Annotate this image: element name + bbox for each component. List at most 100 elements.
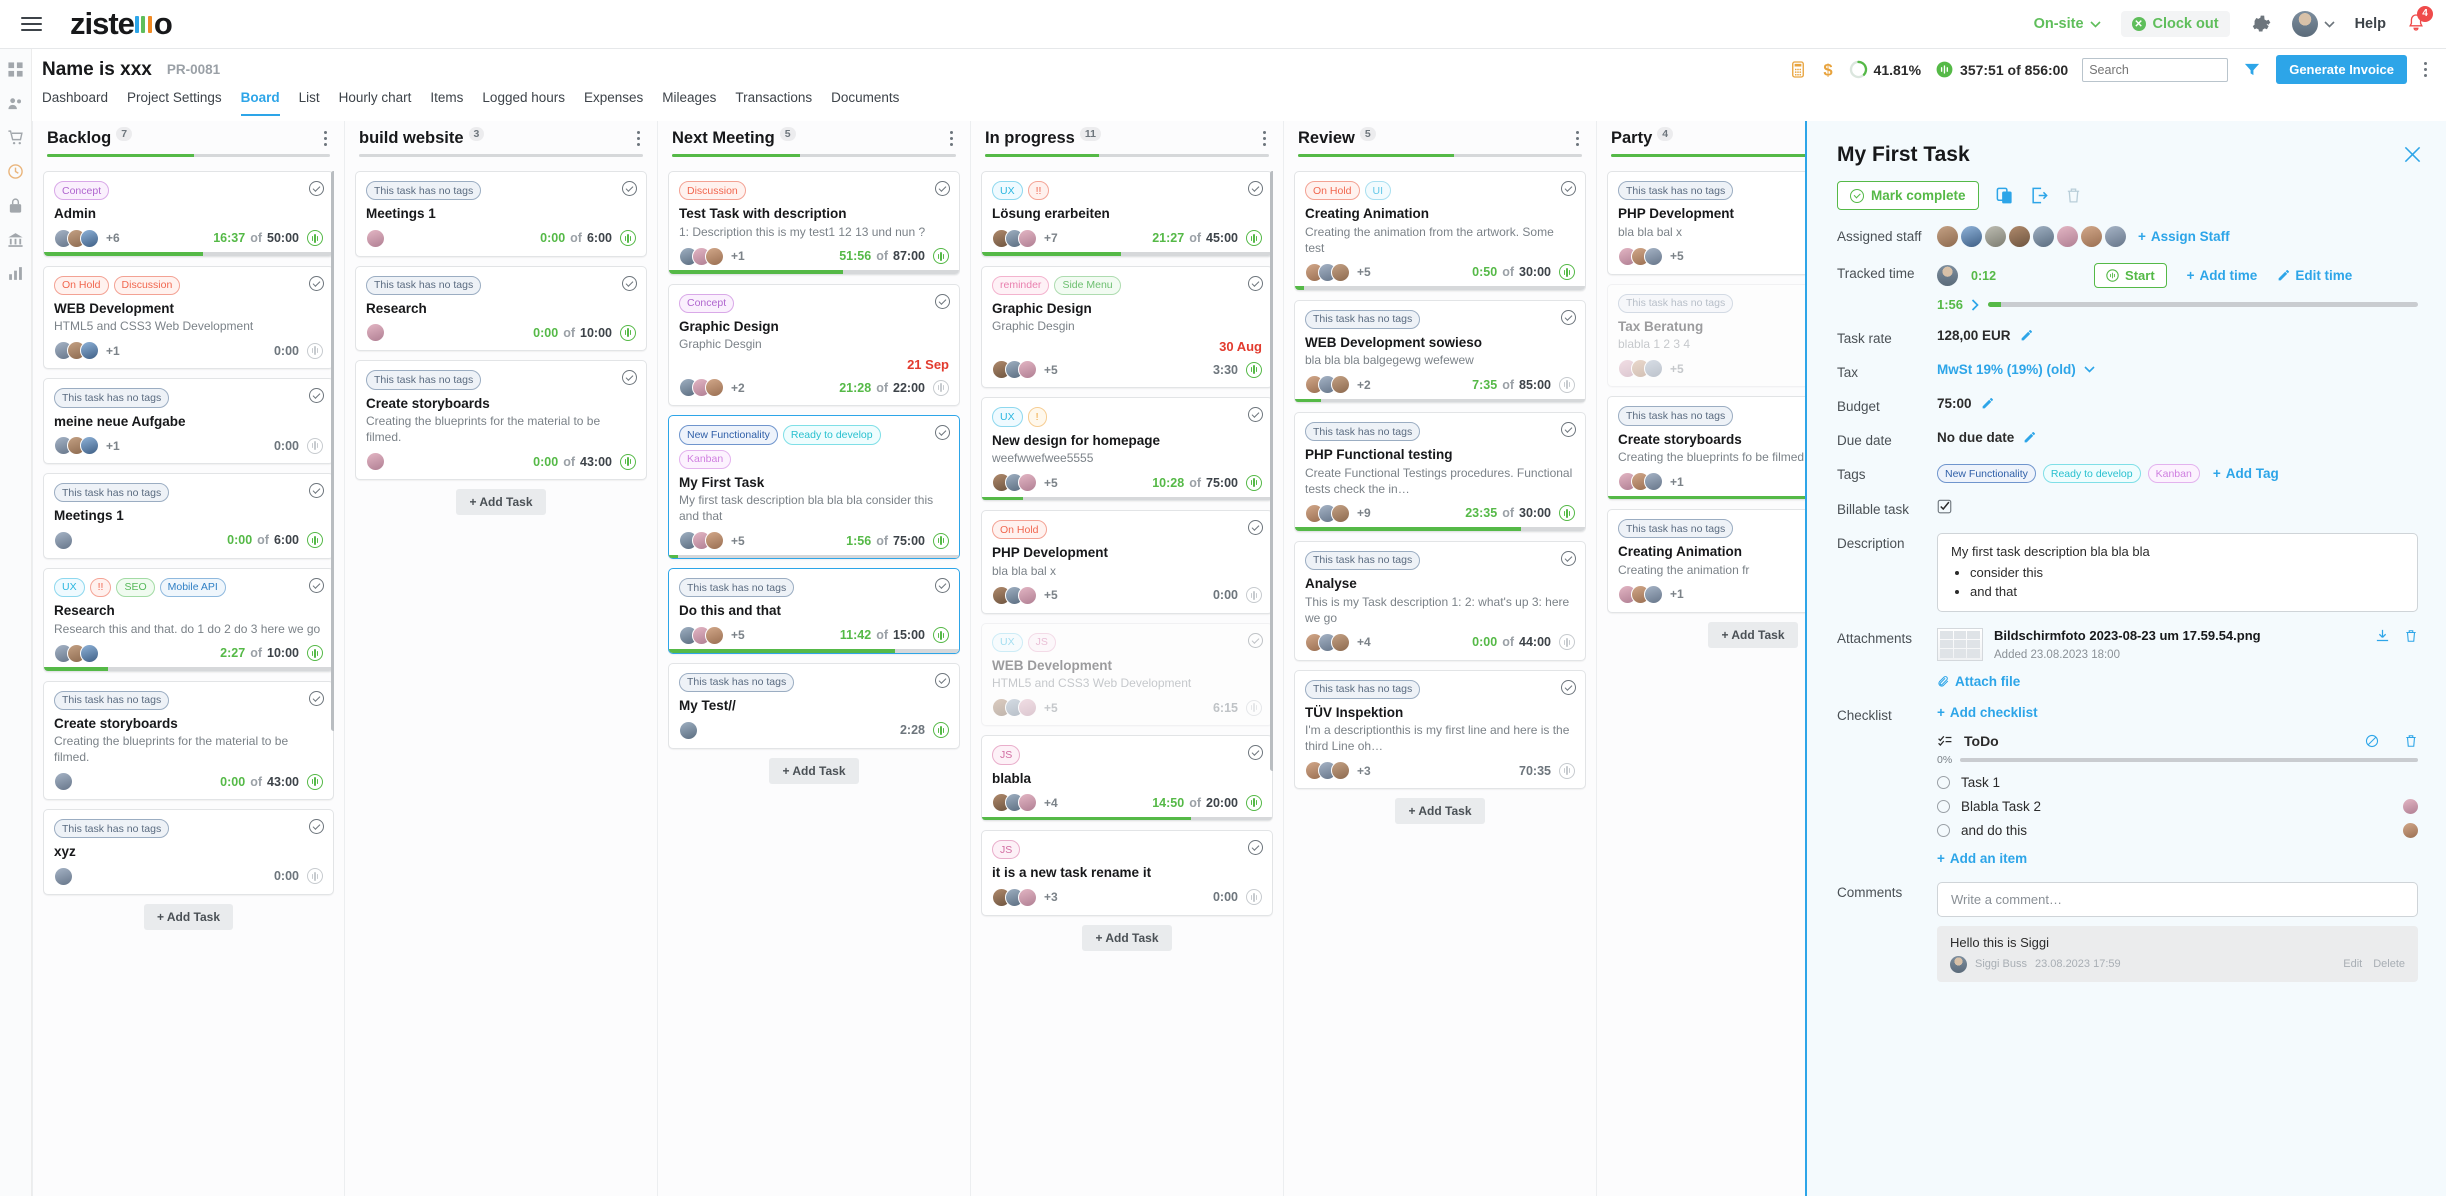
tag[interactable]: This task has no tags [1618, 181, 1734, 201]
complete-task-icon[interactable] [935, 181, 950, 196]
comment-edit-link[interactable]: Edit [2343, 958, 2362, 970]
attach-file-button[interactable]: Attach file [1937, 674, 2418, 689]
dashboard-icon[interactable] [7, 61, 24, 78]
tag[interactable]: This task has no tags [1305, 309, 1421, 329]
complete-task-icon[interactable] [1248, 181, 1263, 196]
comment-input[interactable]: Write a comment… [1937, 881, 2418, 917]
column-menu[interactable] [1260, 131, 1269, 146]
timer-wave-icon[interactable] [1559, 376, 1575, 393]
tab-transactions[interactable]: Transactions [735, 90, 812, 116]
tag[interactable]: reminder [992, 275, 1050, 295]
tab-documents[interactable]: Documents [831, 90, 899, 116]
pencil-icon[interactable] [2020, 329, 2033, 342]
timer-wave-icon[interactable] [933, 248, 949, 265]
column-menu[interactable] [1573, 131, 1582, 146]
tag[interactable]: ! [1027, 407, 1047, 427]
delete-icon[interactable] [2404, 733, 2418, 749]
task-card[interactable]: UX! New design for homepage weefwwefwee555… [981, 397, 1273, 502]
timer-wave-icon[interactable] [1246, 889, 1262, 906]
add-task-button[interactable]: + Add Task [1395, 798, 1485, 825]
tab-board[interactable]: Board [240, 90, 280, 116]
chevron-down-icon[interactable] [2084, 366, 2095, 373]
column-menu[interactable] [321, 131, 330, 146]
clock-icon[interactable] [7, 163, 24, 180]
complete-task-icon[interactable] [1248, 632, 1263, 648]
tag[interactable]: This task has no tags [366, 275, 482, 295]
complete-task-icon[interactable] [935, 293, 950, 309]
tab-logged-hours[interactable]: Logged hours [482, 90, 565, 116]
tag[interactable]: Kanban [2147, 464, 2200, 484]
avatar[interactable] [2057, 226, 2078, 247]
tag[interactable]: On Hold [54, 275, 109, 295]
timer-wave-icon[interactable] [1559, 762, 1575, 779]
timer-wave-icon[interactable] [307, 230, 323, 247]
timer-wave-icon[interactable] [933, 532, 949, 549]
tag[interactable]: JS [1027, 632, 1056, 652]
avatar[interactable] [1985, 226, 2006, 247]
tag[interactable]: New Functionality [1937, 464, 2036, 484]
timer-wave-icon[interactable] [933, 722, 949, 739]
task-card[interactable]: UX JS WEB Development HTML5 and CSS3 Web De… [981, 622, 1273, 727]
complete-task-icon[interactable] [1248, 520, 1263, 536]
tag[interactable]: SEO [116, 577, 155, 597]
tag[interactable]: This task has no tags [366, 370, 482, 390]
task-card[interactable]: Discussion Test Task with description 1: D… [668, 171, 960, 275]
tax-value[interactable]: MwSt 19% (19%) (old) [1937, 362, 2076, 377]
task-card[interactable]: This task has no tags Do this and that +5 1… [668, 568, 960, 654]
task-card[interactable]: On Hold PHP Development bla bla bal x +5 0:0… [981, 510, 1273, 614]
duplicate-icon[interactable] [1995, 186, 2014, 205]
tag[interactable]: Mobile API [159, 577, 226, 597]
task-card[interactable]: UX!! SEO Mobile API Research Research this a… [43, 567, 334, 672]
add-item-button[interactable]: + Add an item [1937, 851, 2418, 866]
tag[interactable]: Concept [54, 181, 110, 201]
avatar[interactable] [2081, 226, 2102, 247]
tag[interactable]: This task has no tags [366, 181, 482, 201]
tag[interactable]: On Hold [1305, 181, 1360, 201]
comment-delete-link[interactable]: Delete [2373, 958, 2405, 970]
tab-items[interactable]: Items [430, 90, 463, 116]
task-card[interactable]: JS blabla +4 14:50 of 20:00 [981, 735, 1273, 822]
tag[interactable]: UX [992, 632, 1023, 652]
people-icon[interactable] [7, 95, 24, 112]
onsite-dropdown[interactable]: On-site [2034, 16, 2101, 32]
task-card[interactable]: This task has no tags TÜV Inspektion I'm a… [1294, 669, 1586, 790]
complete-task-icon[interactable] [309, 577, 324, 593]
tag[interactable]: This task has no tags [1305, 550, 1421, 571]
tag[interactable]: Side Menu [1054, 275, 1121, 295]
timer-wave-icon[interactable] [933, 379, 949, 396]
tag[interactable]: Ready to develop [782, 425, 881, 445]
task-card[interactable]: This task has no tags Meetings 1 0:00 of 6:0… [43, 473, 334, 559]
project-more-menu[interactable] [2421, 62, 2430, 77]
mark-complete-button[interactable]: Mark complete [1837, 181, 1979, 210]
task-card[interactable]: This task has no tags Create storyboards C… [355, 360, 647, 481]
column-menu[interactable] [947, 131, 956, 146]
delete-icon[interactable] [2404, 628, 2418, 644]
hamburger-menu-icon[interactable] [8, 17, 54, 31]
complete-task-icon[interactable] [622, 275, 637, 291]
timer-wave-icon[interactable] [307, 773, 323, 790]
timer-wave-icon[interactable] [1246, 474, 1262, 491]
timer-wave-icon[interactable] [933, 627, 949, 644]
complete-task-icon[interactable] [622, 181, 637, 196]
filter-icon[interactable] [2242, 61, 2262, 78]
avatar[interactable] [2009, 226, 2030, 247]
pencil-icon[interactable] [1981, 397, 1994, 410]
timer-wave-icon[interactable] [1246, 230, 1262, 247]
task-card[interactable]: New Functionality Ready to develop Kanban M… [668, 415, 960, 560]
tag[interactable]: Discussion [679, 181, 746, 201]
chevron-right-icon[interactable] [1971, 298, 1980, 311]
dollar-icon[interactable]: $ [1821, 59, 1835, 80]
avatar[interactable] [2105, 226, 2126, 247]
reports-chart-icon[interactable] [7, 265, 24, 282]
tag[interactable]: !! [1027, 181, 1050, 201]
edit-time-button[interactable]: Edit time [2277, 268, 2352, 283]
column-scrollbar[interactable] [331, 171, 334, 731]
cart-icon[interactable] [7, 129, 24, 146]
timer-wave-icon[interactable] [1559, 505, 1575, 522]
app-logo[interactable]: ziste o [70, 6, 173, 42]
notifications-button[interactable]: 4 [2406, 5, 2433, 37]
timer-wave-icon[interactable] [1246, 361, 1262, 378]
complete-task-icon[interactable] [1561, 309, 1576, 325]
tag[interactable]: This task has no tags [679, 672, 795, 693]
tag[interactable]: This task has no tags [1305, 679, 1421, 699]
